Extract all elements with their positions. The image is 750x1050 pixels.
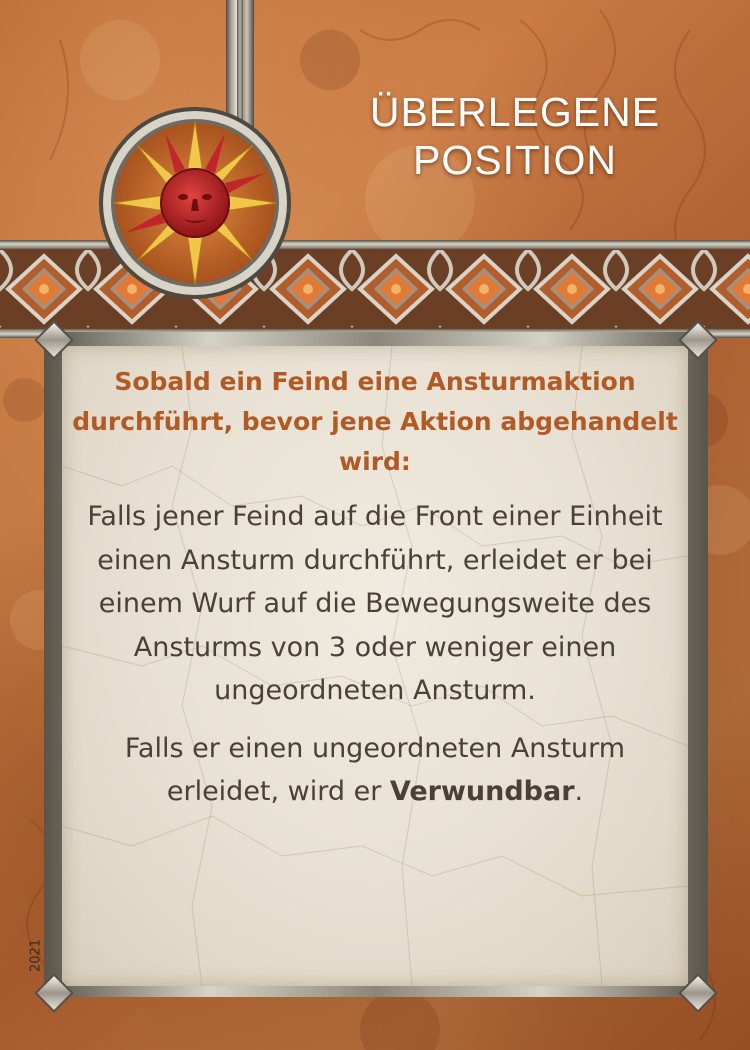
tactic-card: ÜBERLEGENE POSITION Sobald ein Feind ein… <box>0 0 750 1050</box>
effect-paragraph-2-suffix: . <box>574 776 584 807</box>
corner-ornament-bottom-right <box>678 973 718 1013</box>
year-text: 2021 <box>28 938 44 973</box>
trigger-text: Sobald ein Feind eine Ansturmaktion durc… <box>72 367 678 476</box>
sun-face-icon <box>99 107 291 299</box>
corner-ornament-top-left <box>34 320 74 360</box>
title-line-1: ÜBERLEGENE <box>369 89 661 135</box>
keyword-vulnerable: Verwundbar <box>389 776 575 807</box>
effect-text: Falls jener Feind auf die Front einer Ei… <box>72 495 678 814</box>
card-title: ÜBERLEGENE POSITION <box>355 88 675 184</box>
effect-paragraph-2: Falls er einen ungeordneten Ansturm erle… <box>72 727 678 814</box>
corner-ornament-top-right <box>678 320 718 360</box>
copyright-year: 2021 <box>24 936 48 976</box>
effect-paragraph-1: Falls jener Feind auf die Front einer Ei… <box>87 501 663 706</box>
corner-ornament-bottom-left <box>34 973 74 1013</box>
title-line-2: POSITION <box>413 137 617 183</box>
